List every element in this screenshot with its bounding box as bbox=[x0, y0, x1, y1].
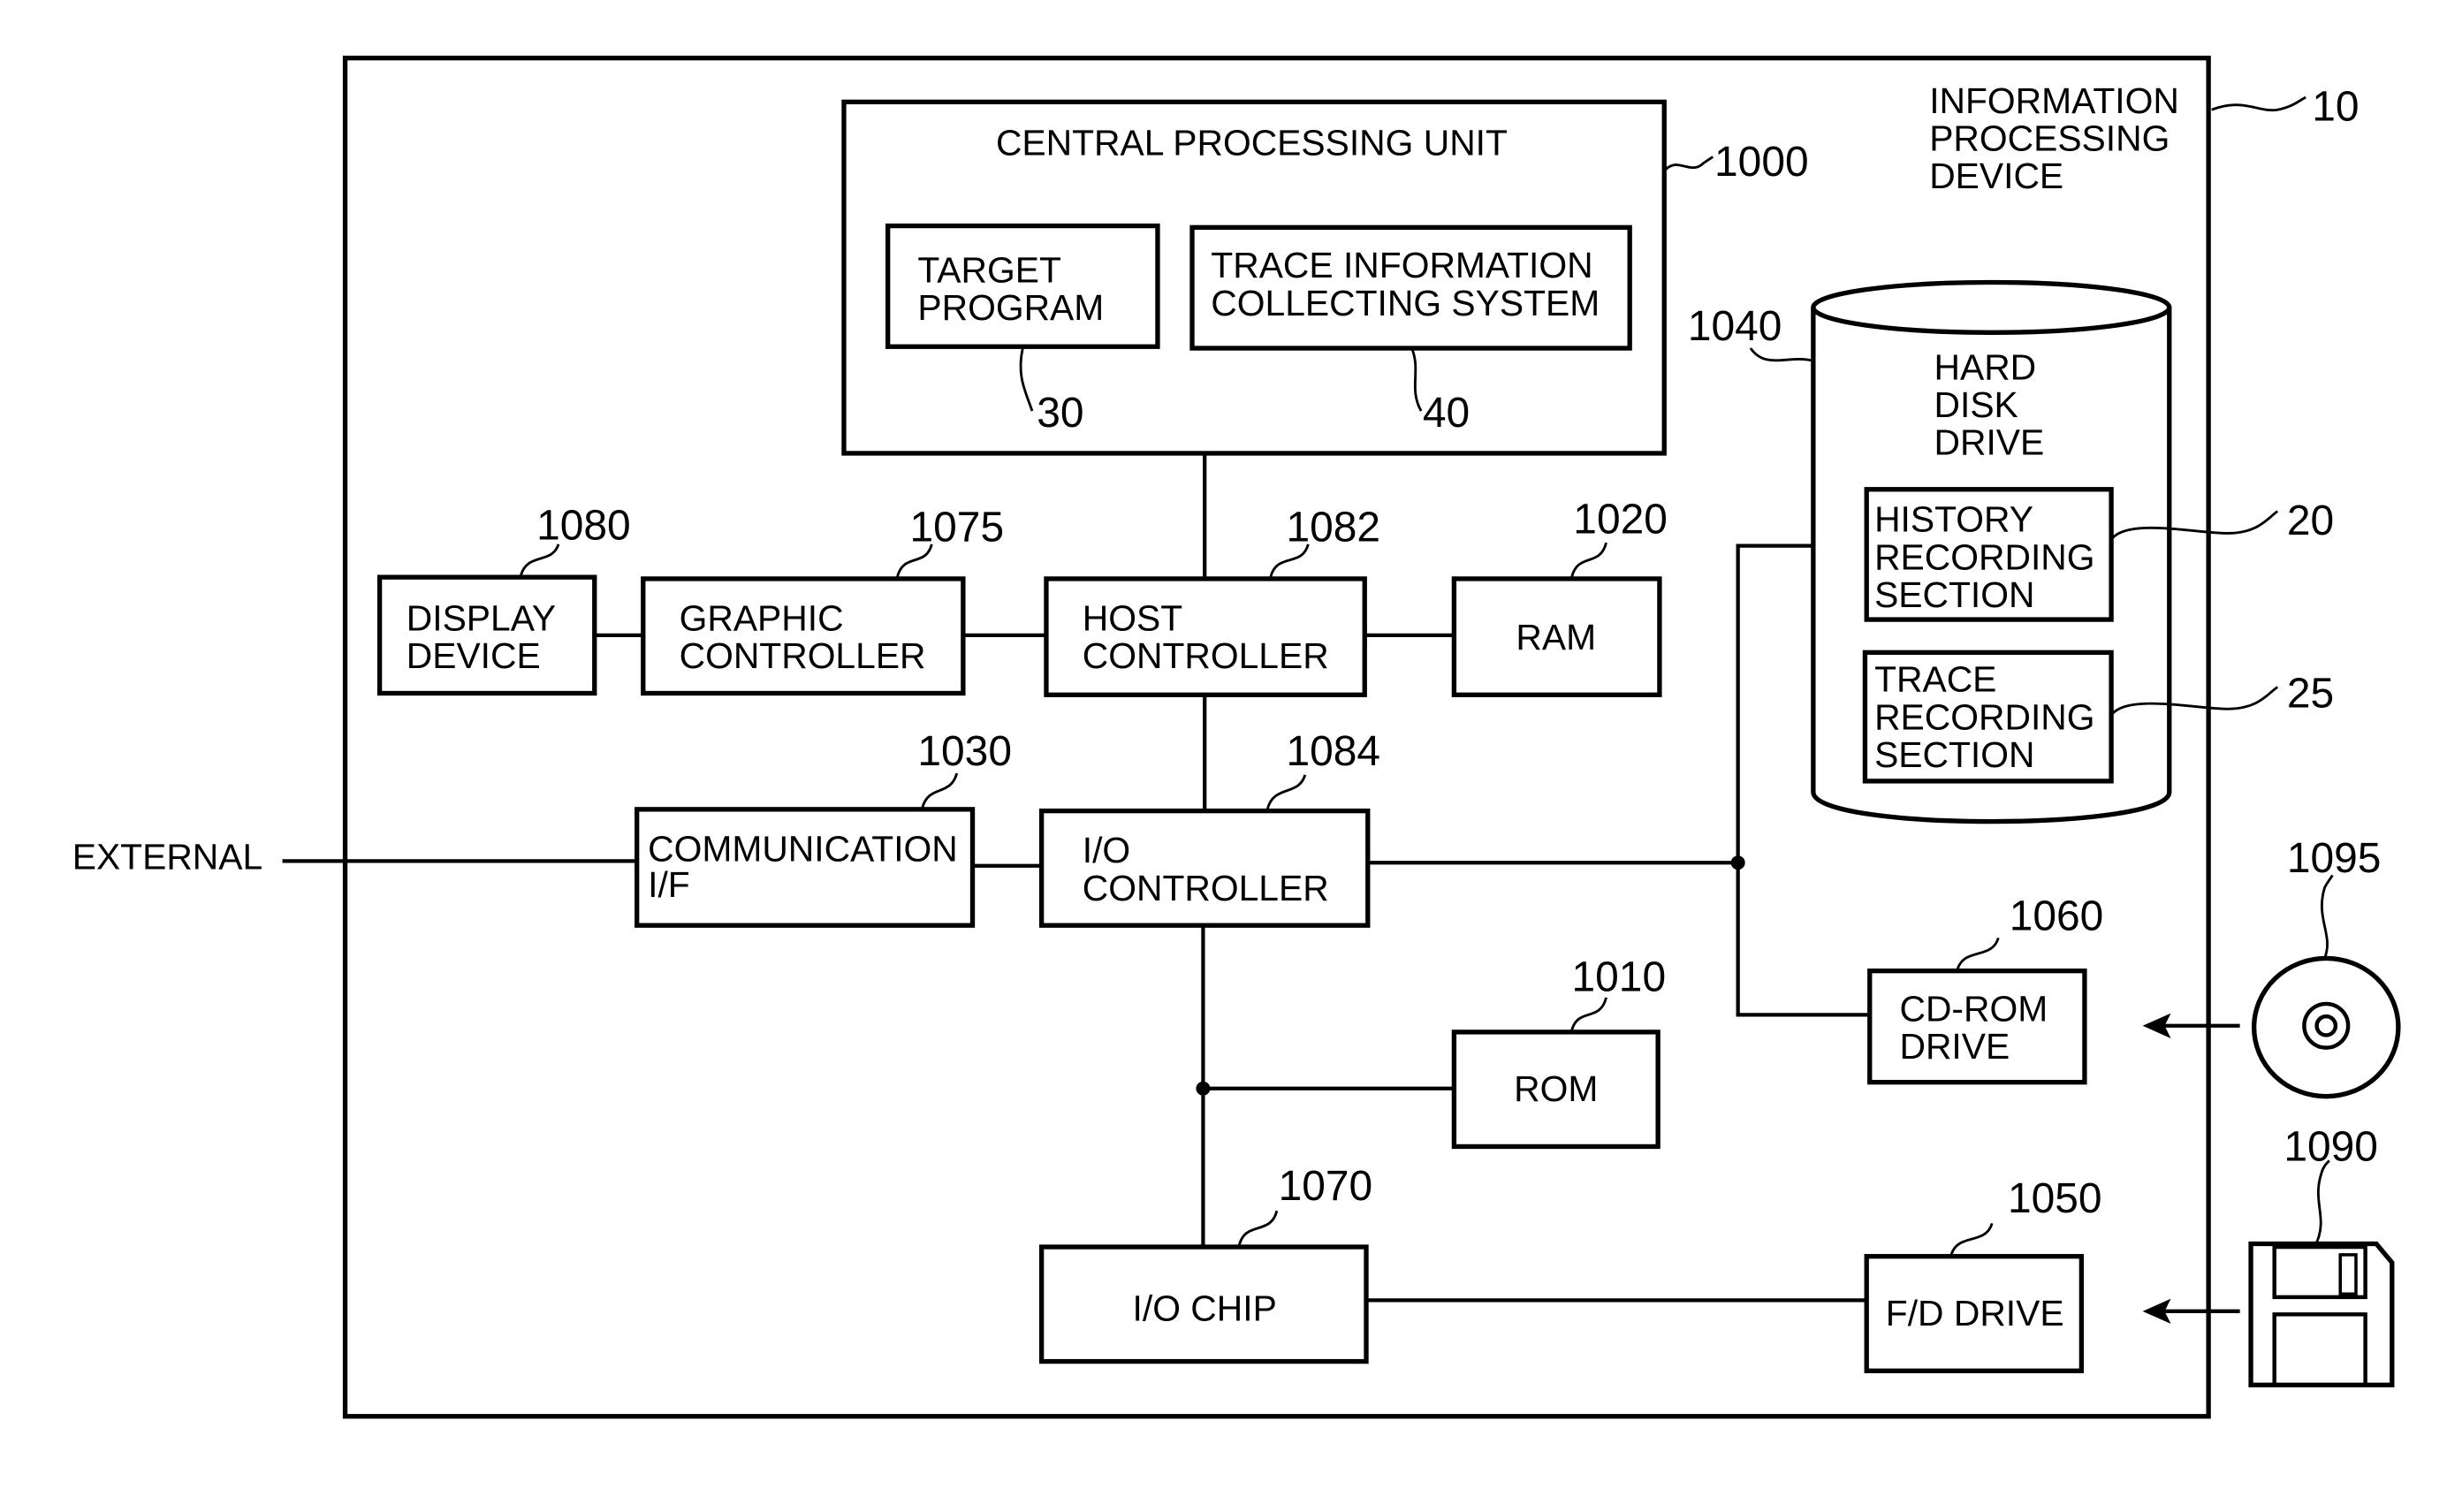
ram-ref-leader bbox=[1570, 542, 1607, 578]
device-label-line2: PROCESSING bbox=[1929, 118, 2170, 158]
host-controller-ref: 1082 bbox=[1286, 504, 1380, 551]
rom-ref: 1010 bbox=[1572, 954, 1667, 1001]
fd-drive-ref: 1050 bbox=[2008, 1175, 2102, 1222]
io-chip-ref: 1070 bbox=[1279, 1163, 1373, 1210]
display-device-ref: 1080 bbox=[536, 503, 631, 550]
cd-disc-icon[interactable] bbox=[2251, 955, 2401, 1099]
device-ref: 10 bbox=[2312, 84, 2359, 131]
cdrom-drive-ref: 1060 bbox=[2010, 893, 2104, 940]
hdd-label-line2: DISK bbox=[1934, 384, 2018, 425]
trace-label-line3: SECTION bbox=[1874, 734, 2034, 775]
cdrom-drive-label-line1: CD-ROM bbox=[1899, 988, 2048, 1029]
graphic-controller-ref: 1075 bbox=[910, 504, 1005, 551]
fd-drive-label: F/D DRIVE bbox=[1886, 1293, 2064, 1333]
host-controller-label-line1: HOST bbox=[1083, 598, 1182, 639]
device-label-line3: DEVICE bbox=[1929, 156, 2063, 196]
io-chip[interactable]: I/O CHIP 1070 bbox=[1038, 1163, 1373, 1364]
display-device[interactable]: DISPLAY DEVICE 1080 bbox=[376, 503, 631, 696]
cpu-ref-leader bbox=[1665, 156, 1714, 171]
host-controller-label-line2: CONTROLLER bbox=[1083, 635, 1329, 676]
trace-system-ref: 40 bbox=[1423, 390, 1470, 437]
hdd-top bbox=[1811, 279, 2172, 335]
ram-ref: 1020 bbox=[1573, 496, 1668, 543]
device-label-line1: INFORMATION bbox=[1929, 80, 2179, 121]
cpu-label: CENTRAL PROCESSING UNIT bbox=[996, 123, 1508, 163]
graphic-controller-label-line1: GRAPHIC bbox=[680, 598, 844, 639]
comm-if-ref-leader bbox=[921, 772, 959, 809]
io-controller-label-line2: CONTROLLER bbox=[1083, 868, 1329, 908]
target-program-label-line1: TARGET bbox=[917, 249, 1060, 290]
cpu-ref: 1000 bbox=[1714, 139, 1809, 186]
host-controller[interactable]: HOST CONTROLLER 1082 bbox=[1044, 504, 1380, 697]
floppy-ref: 1090 bbox=[2284, 1123, 2378, 1170]
history-label-line2: RECORDING bbox=[1874, 536, 2094, 577]
block-diagram: INFORMATION PROCESSING DEVICE 10 CENTRAL… bbox=[72, 56, 2401, 1419]
cd-rom-disc[interactable]: 1095 bbox=[2142, 835, 2401, 1099]
junction-dot bbox=[1730, 855, 1745, 870]
rom-label: ROM bbox=[1514, 1068, 1598, 1109]
target-program-ref: 30 bbox=[1037, 390, 1083, 437]
junction-dot bbox=[1196, 1081, 1211, 1096]
cd-rom-drive[interactable]: CD-ROM DRIVE 1060 bbox=[1867, 893, 2104, 1085]
comm-if-label-line2: I/F bbox=[648, 864, 690, 905]
history-label-line1: HISTORY bbox=[1874, 499, 2033, 540]
hdd-ref: 1040 bbox=[1688, 303, 1782, 350]
history-label-line3: SECTION bbox=[1874, 574, 2034, 615]
rom[interactable]: ROM 1010 bbox=[1451, 954, 1667, 1150]
floppy-disk[interactable]: 1090 bbox=[2142, 1123, 2395, 1387]
target-program-label-line2: PROGRAM bbox=[917, 287, 1104, 328]
comm-if-ref: 1030 bbox=[917, 728, 1012, 775]
io-controller-ref: 1084 bbox=[1286, 728, 1380, 775]
io-controller[interactable]: I/O CONTROLLER 1084 bbox=[1038, 728, 1380, 928]
central-processing-unit[interactable]: CENTRAL PROCESSING UNIT 1000 TARGET PROG… bbox=[841, 99, 1809, 456]
trace-system-label-line2: COLLECTING SYSTEM bbox=[1211, 283, 1600, 323]
trace-system-label-line1: TRACE INFORMATION bbox=[1211, 245, 1592, 285]
hdd-label-line1: HARD bbox=[1934, 347, 2037, 388]
display-device-label-line1: DISPLAY bbox=[407, 598, 556, 639]
ram[interactable]: RAM 1020 bbox=[1451, 496, 1668, 697]
rom-ref-leader bbox=[1570, 997, 1607, 1031]
hard-disk-drive[interactable]: HARD DISK DRIVE 1040 HISTORY RECORDING S… bbox=[1688, 279, 2334, 824]
cdrom-drive-ref-leader bbox=[1956, 937, 2000, 970]
fd-drive[interactable]: F/D DRIVE 1050 bbox=[1864, 1175, 2102, 1373]
trace-ref: 25 bbox=[2287, 670, 2334, 717]
io-chip-ref-leader bbox=[1237, 1210, 1279, 1246]
cd-ref-leader bbox=[2320, 874, 2334, 959]
io-controller-ref-leader bbox=[1265, 774, 1307, 810]
device-ref-leader bbox=[2211, 95, 2306, 112]
floppy-ref-leader bbox=[2315, 1159, 2330, 1243]
cd-ref: 1095 bbox=[2287, 835, 2382, 882]
cdrom-drive-label-line2: DRIVE bbox=[1899, 1026, 2010, 1067]
display-device-label-line2: DEVICE bbox=[407, 635, 541, 676]
trace-label-line1: TRACE bbox=[1874, 659, 1996, 700]
fd-drive-ref-leader bbox=[1949, 1222, 1994, 1256]
communication-interface[interactable]: COMMUNICATION I/F 1030 bbox=[635, 728, 1012, 928]
io-controller-label-line1: I/O bbox=[1083, 830, 1130, 870]
external-label: EXTERNAL bbox=[72, 836, 262, 877]
ram-label: RAM bbox=[1516, 617, 1596, 657]
trace-label-line2: RECORDING bbox=[1874, 696, 2094, 737]
comm-if-label-line1: COMMUNICATION bbox=[648, 828, 958, 869]
history-ref: 20 bbox=[2287, 498, 2334, 544]
graphic-controller-label-line2: CONTROLLER bbox=[680, 635, 926, 676]
io-chip-label: I/O CHIP bbox=[1133, 1288, 1277, 1328]
graphic-controller[interactable]: GRAPHIC CONTROLLER 1075 bbox=[641, 504, 1005, 696]
hdd-label-line3: DRIVE bbox=[1934, 422, 2045, 463]
